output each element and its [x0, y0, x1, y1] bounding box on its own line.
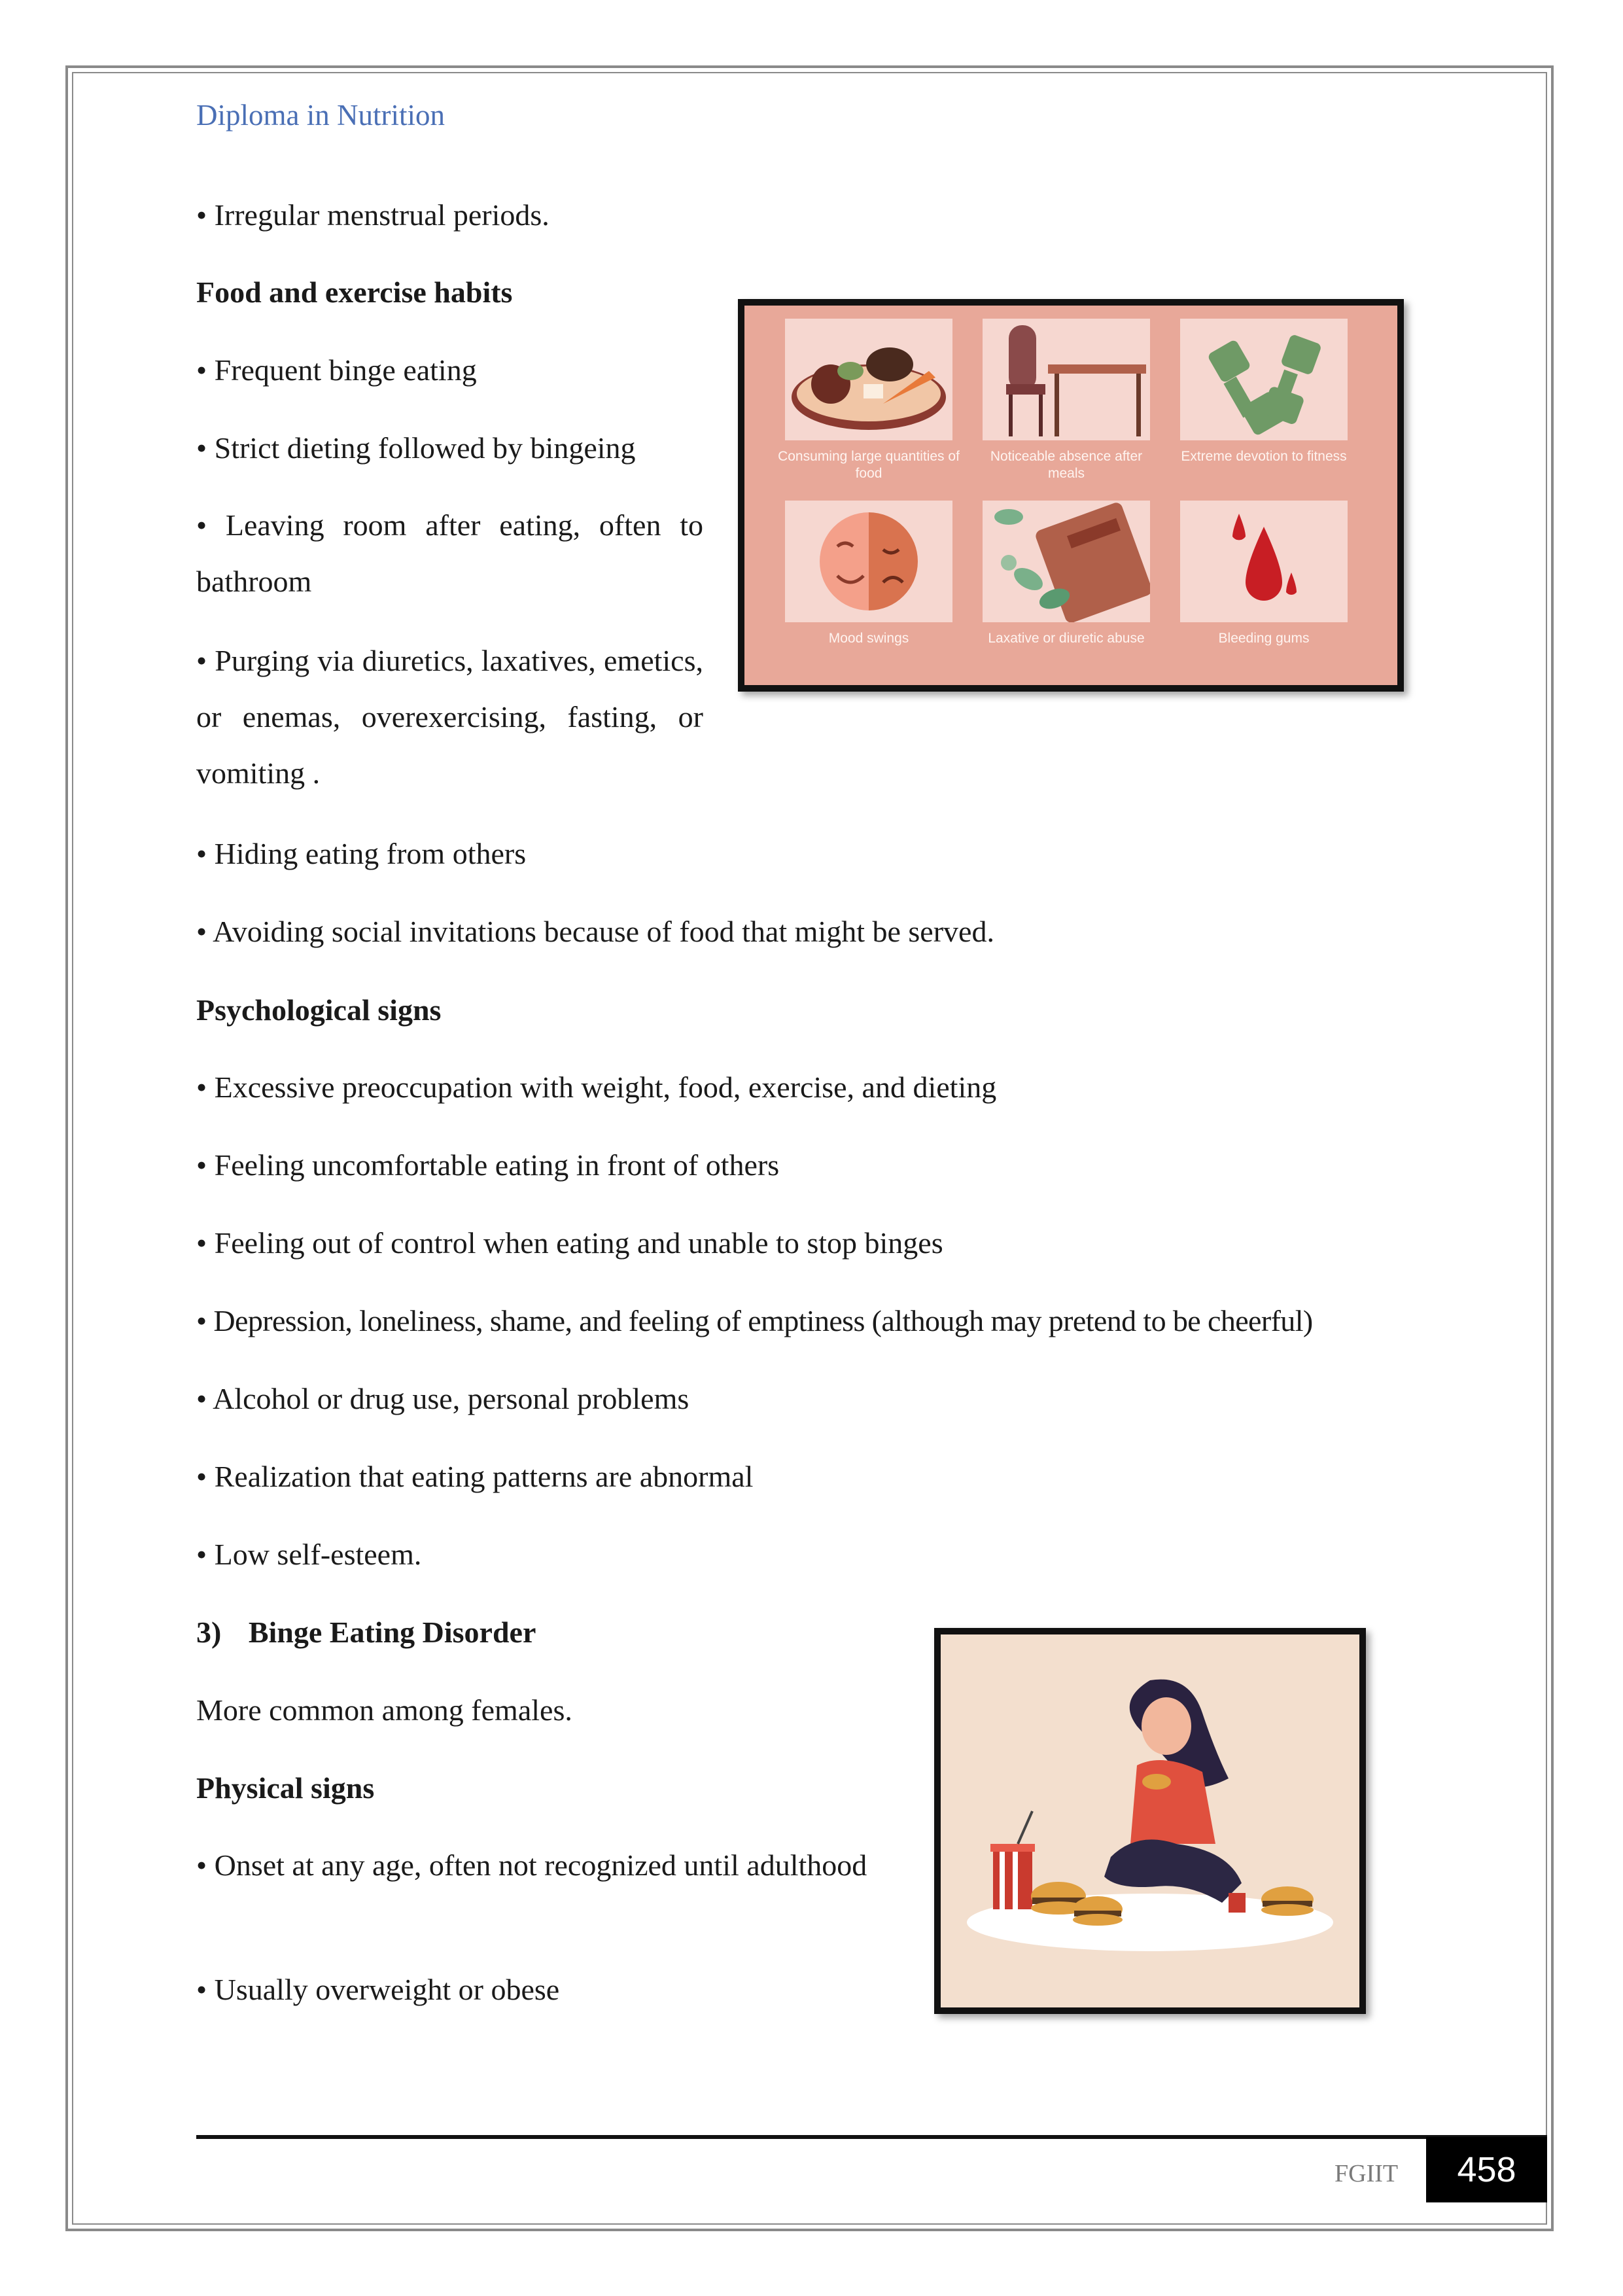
warning-signs-figure: Consuming large quantities of food Notic… — [738, 299, 1404, 692]
footer-brand: FGIIT — [1335, 2160, 1399, 2187]
binge-eating-illustration — [934, 1628, 1366, 2014]
dumbbell-icon — [1180, 319, 1348, 440]
list-item: • Purging via diuretics, laxatives, emet… — [196, 644, 703, 790]
list-item: • Feeling out of control when eating and… — [196, 1226, 943, 1260]
blood-drop-icon — [1180, 501, 1348, 622]
list-item: • Strict dieting followed by bingeing — [196, 431, 636, 465]
section-heading-psychological: Psychological signs — [196, 993, 442, 1027]
list-item: • Irregular menstrual periods. — [196, 198, 550, 232]
mood-face-icon — [785, 501, 952, 622]
list-item: • Low self-esteem. — [196, 1538, 422, 1571]
list-item: • Excessive preoccupation with weight, f… — [196, 1070, 997, 1104]
heading-text: Binge Eating Disorder — [248, 1616, 536, 1649]
footer-rule — [196, 2135, 1547, 2139]
section-heading-physical: Physical signs — [196, 1771, 375, 1805]
heading-number: 3) — [196, 1616, 222, 1649]
list-item: • Leaving room after eating, often to ba… — [196, 508, 703, 598]
caption: Consuming large quantities of food — [778, 449, 960, 481]
list-item: • Feeling uncomfortable eating in front … — [196, 1148, 780, 1182]
section-heading-binge-eating: 3) Binge Eating Disorder — [196, 1604, 536, 1661]
pills-icon — [983, 501, 1152, 623]
list-item: • Avoiding social invitations because of… — [196, 915, 994, 948]
section-heading-food-exercise: Food and exercise habits — [196, 275, 513, 309]
list-item: • Realization that eating patterns are a… — [196, 1460, 754, 1493]
running-header: Diploma in Nutrition — [196, 99, 445, 132]
list-item: • Frequent binge eating — [196, 353, 477, 387]
list-item: • Onset at any age, often not recognized… — [196, 1848, 867, 1882]
caption: Mood swings — [828, 631, 909, 646]
food-plate-icon — [785, 319, 952, 440]
list-item: • Usually overweight or obese — [196, 1973, 560, 2006]
paragraph: More common among females. — [196, 1693, 572, 1727]
caption: Extreme devotion to fitness — [1181, 449, 1347, 464]
list-item: • Alcohol or drug use, personal problems — [196, 1382, 689, 1415]
list-item: • Hiding eating from others — [196, 837, 527, 870]
caption: Laxative or diuretic abuse — [988, 631, 1145, 646]
caption: Noticeable absence after meals — [990, 449, 1143, 481]
page-number: 458 — [1426, 2137, 1547, 2202]
empty-chair-icon — [983, 319, 1150, 440]
caption: Bleeding gums — [1218, 631, 1310, 646]
list-item: • Depression, loneliness, shame, and fee… — [196, 1304, 1313, 1337]
